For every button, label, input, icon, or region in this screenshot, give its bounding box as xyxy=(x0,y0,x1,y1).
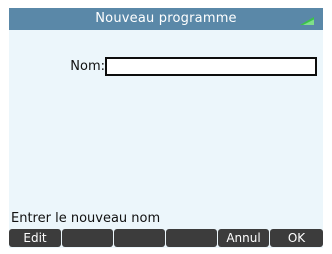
help-text: Entrer le nouveau nom xyxy=(11,211,161,226)
name-row: Nom: xyxy=(9,56,323,78)
battery-icon xyxy=(300,17,314,25)
name-input[interactable] xyxy=(105,57,317,76)
softkey-ok[interactable]: OK xyxy=(270,229,323,247)
softkey-4[interactable] xyxy=(166,229,217,247)
window-title: Nouveau programme xyxy=(95,11,237,26)
name-label: Nom: xyxy=(70,59,105,74)
title-bar: Nouveau programme xyxy=(9,8,323,30)
softkey-menu: Edit Annul OK xyxy=(9,228,323,248)
calculator-frame: Nouveau programme Nom: Entrer le nouveau… xyxy=(0,0,332,254)
softkey-3[interactable] xyxy=(114,229,165,247)
softkey-annul[interactable]: Annul xyxy=(218,229,269,247)
calculator-screen: Nouveau programme Nom: Entrer le nouveau… xyxy=(9,8,323,248)
softkey-2[interactable] xyxy=(62,229,113,247)
softkey-edit[interactable]: Edit xyxy=(9,229,61,247)
